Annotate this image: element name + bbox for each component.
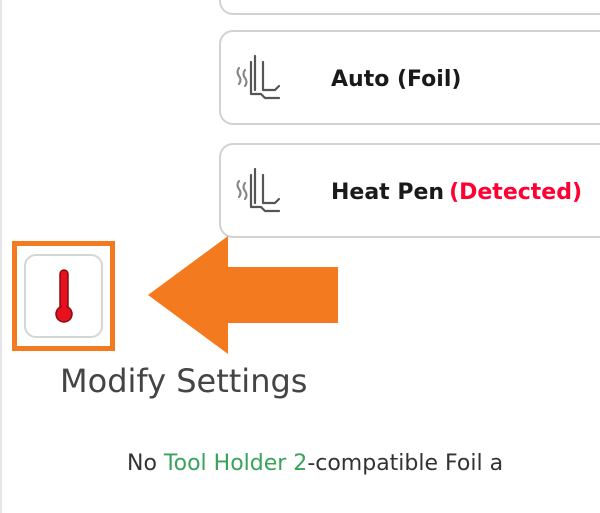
left-border (0, 0, 2, 513)
tool-holder-icon (236, 54, 281, 100)
pointer-arrow-icon (148, 236, 338, 354)
modify-settings-title: Modify Settings (60, 362, 308, 400)
modify-settings-button[interactable] (24, 254, 103, 338)
thermometer-icon (55, 269, 73, 323)
tool-option-heat-pen[interactable]: Heat Pen (Detected) (219, 143, 600, 238)
compatibility-notice: No Tool Holder 2-compatible Foil a (127, 451, 504, 476)
tool-option-label: Auto (Foil) (331, 67, 462, 92)
tool-option-auto-foil[interactable]: Auto (Foil) (219, 30, 600, 125)
detected-status: (Detected) (449, 180, 583, 205)
tool-option-label: Heat Pen (Detected) (331, 180, 583, 205)
tool-holder-link[interactable]: Tool Holder 2 (164, 451, 307, 476)
tool-option-card-top[interactable] (219, 0, 600, 15)
tool-holder-icon (236, 167, 281, 213)
